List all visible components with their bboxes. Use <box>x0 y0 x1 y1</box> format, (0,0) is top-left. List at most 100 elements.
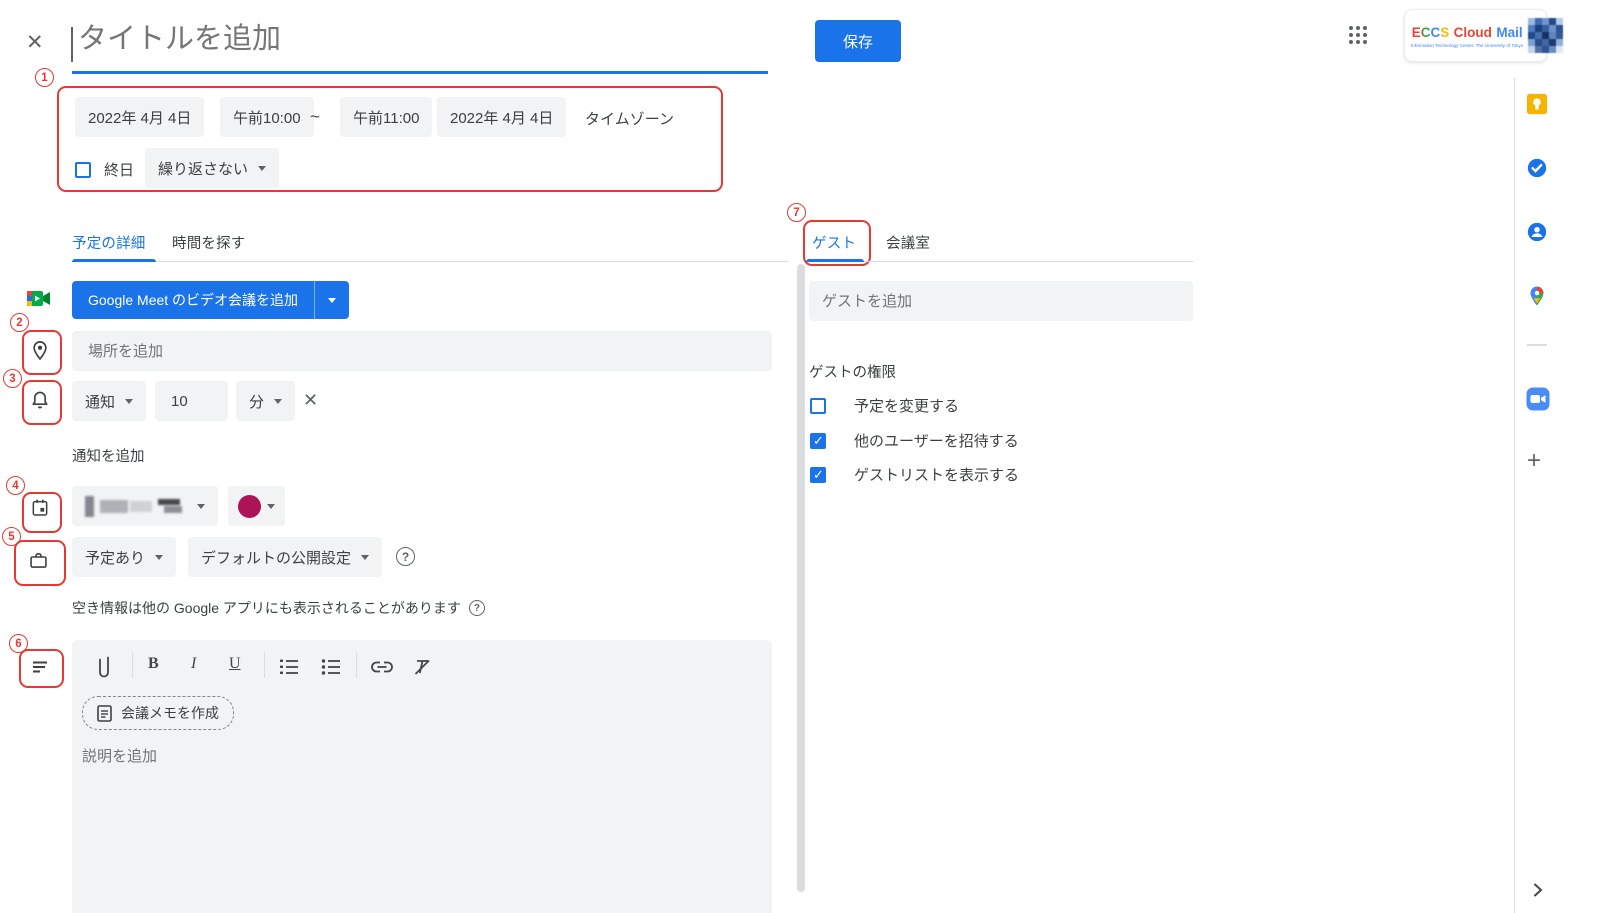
italic-button[interactable]: I <box>191 655 196 673</box>
briefcase-icon <box>28 550 49 571</box>
notification-unit-dropdown[interactable]: 分 <box>236 381 295 421</box>
collapse-chevron-icon[interactable] <box>1529 881 1547 899</box>
availability-note-row: 空き情報は他の Google アプリにも表示されることがあります ? <box>72 598 485 618</box>
permission-label: 予定を変更する <box>854 395 959 416</box>
chevron-down-icon <box>125 399 133 404</box>
logo-text-cloud: Cloud <box>1454 25 1492 40</box>
start-time-button[interactable]: 午前10:00 <box>220 97 314 137</box>
sidebar-apps-divider <box>1527 344 1547 346</box>
annotation-6-circle: 6 <box>9 634 28 653</box>
create-meeting-notes-label: 会議メモを作成 <box>121 703 219 723</box>
right-tab-active-underline <box>806 259 864 262</box>
left-tabs-divider <box>72 261 788 262</box>
add-meet-button[interactable]: Google Meet のビデオ会議を追加 <box>72 281 349 319</box>
title-underline <box>72 71 768 74</box>
time-range-separator: ~ <box>310 107 320 127</box>
calendar-select-dropdown[interactable] <box>72 486 218 526</box>
help-icon[interactable]: ? <box>396 547 415 566</box>
toolbar-separator <box>264 652 265 678</box>
tab-event-details[interactable]: 予定の詳細 <box>72 232 146 253</box>
sidebar-divider <box>1514 78 1515 913</box>
repeat-dropdown[interactable]: 繰り返さない <box>145 148 279 188</box>
start-time-value: 午前10:00 <box>233 107 301 128</box>
toolbar-separator <box>356 652 357 678</box>
allday-checkbox[interactable] <box>75 162 91 178</box>
chevron-down-icon <box>197 504 205 509</box>
title-input[interactable] <box>76 22 720 57</box>
chevron-down-icon <box>274 399 282 404</box>
insert-link-icon[interactable] <box>370 658 394 676</box>
annotation-7-circle: 7 <box>787 203 806 222</box>
chevron-down-icon <box>361 555 369 560</box>
permission-row: 予定を変更する <box>810 395 959 416</box>
attach-icon[interactable] <box>95 652 113 680</box>
visibility-value: デフォルトの公開設定 <box>201 547 351 568</box>
guest-permissions-title: ゲストの権限 <box>809 361 896 382</box>
location-input[interactable] <box>72 331 772 371</box>
meet-options-dropdown[interactable] <box>315 281 349 319</box>
notification-unit-value: 分 <box>249 391 264 412</box>
calendar-icon <box>30 497 50 518</box>
busy-status-dropdown[interactable]: 予定あり <box>72 537 176 577</box>
notification-minutes-input[interactable] <box>155 381 228 421</box>
timezone-button[interactable]: タイムゾーン <box>585 108 674 129</box>
availability-note: 空き情報は他の Google アプリにも表示されることがあります <box>72 598 461 618</box>
left-tab-active-underline <box>72 259 156 262</box>
remove-notification-icon[interactable]: ✕ <box>303 390 318 411</box>
start-date-button[interactable]: 2022年 4月 4日 <box>75 97 204 137</box>
event-editor-page: ✕ 保存 ECCS Cloud Mail Information Technol… <box>0 0 1600 913</box>
end-time-value: 午前11:00 <box>353 107 419 128</box>
chevron-down-icon <box>328 298 336 303</box>
event-color-dropdown[interactable] <box>228 486 285 526</box>
permission-row: 他のユーザーを招待する <box>810 430 1019 451</box>
annotation-2-circle: 2 <box>10 313 29 332</box>
tab-rooms[interactable]: 会議室 <box>886 232 930 253</box>
google-maps-icon[interactable] <box>1526 285 1548 307</box>
permission-label: ゲストリストを表示する <box>854 464 1019 485</box>
logo-text-mail: Mail <box>1496 25 1522 40</box>
logo-text-eccs: ECCS <box>1412 25 1450 40</box>
video-app-icon[interactable] <box>1526 387 1550 411</box>
event-color-swatch <box>238 495 261 518</box>
numbered-list-icon[interactable] <box>278 657 300 677</box>
logo-subtitle: Information Technology Center, The Unive… <box>1411 43 1523 48</box>
visibility-dropdown[interactable]: デフォルトの公開設定 <box>188 537 382 577</box>
underline-button[interactable]: U <box>229 655 241 673</box>
location-pin-icon <box>29 339 51 362</box>
get-addons-plus-icon[interactable]: + <box>1527 449 1541 473</box>
add-guests-input[interactable] <box>809 281 1193 321</box>
add-notification-link[interactable]: 通知を追加 <box>72 445 145 466</box>
clear-formatting-icon[interactable] <box>412 657 432 677</box>
tab-guests[interactable]: ゲスト <box>812 232 856 253</box>
google-contacts-icon[interactable] <box>1526 221 1548 243</box>
description-editor[interactable] <box>72 640 772 913</box>
save-button[interactable]: 保存 <box>815 20 901 62</box>
permission-label: 他のユーザーを招待する <box>854 430 1019 451</box>
see-guest-list-checkbox[interactable] <box>810 467 826 483</box>
right-tabs-divider <box>809 261 1193 262</box>
apps-grid-icon[interactable] <box>1349 26 1368 45</box>
notification-bell-icon <box>29 389 51 412</box>
bold-button[interactable]: B <box>148 655 159 673</box>
invite-others-checkbox[interactable] <box>810 433 826 449</box>
notification-type-dropdown[interactable]: 通知 <box>72 381 146 421</box>
google-keep-icon[interactable] <box>1526 93 1548 115</box>
google-tasks-icon[interactable] <box>1526 157 1548 179</box>
annotation-5-circle: 5 <box>2 527 21 546</box>
create-meeting-notes-button[interactable]: 会議メモを作成 <box>82 696 234 730</box>
document-icon <box>97 705 112 722</box>
tab-find-time[interactable]: 時間を探す <box>172 232 246 253</box>
chevron-down-icon <box>267 504 275 509</box>
close-icon[interactable]: ✕ <box>26 30 44 55</box>
end-date-button[interactable]: 2022年 4月 4日 <box>437 97 566 137</box>
allday-label: 終日 <box>104 159 134 180</box>
end-time-button[interactable]: 午前11:00 <box>340 97 432 137</box>
bulleted-list-icon[interactable] <box>320 657 342 677</box>
notification-type-value: 通知 <box>85 391 115 412</box>
vertical-scrollbar[interactable] <box>797 264 805 892</box>
modify-event-checkbox[interactable] <box>810 398 826 414</box>
account-logo-card[interactable]: ECCS Cloud Mail Information Technology C… <box>1404 9 1547 62</box>
chevron-down-icon <box>155 555 163 560</box>
help-icon[interactable]: ? <box>469 600 485 616</box>
permission-row: ゲストリストを表示する <box>810 464 1019 485</box>
